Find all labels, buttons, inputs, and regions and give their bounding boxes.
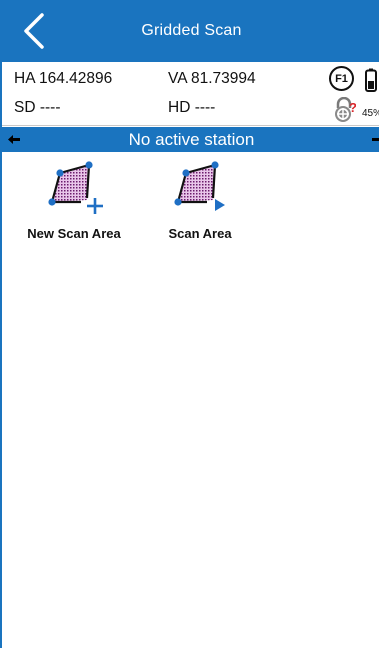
new-scan-area-label: New Scan Area [27,226,121,241]
back-button[interactable] [12,6,56,56]
arrow-right-icon[interactable] [372,135,379,144]
hd-value: HD ---- [168,99,216,116]
lock-question-icon[interactable]: ? [332,97,356,123]
battery-percent: 45% [362,108,379,119]
app-window: Gridded Scan HA 164.42896 VA 81.73994 SD… [0,0,379,648]
page-title: Gridded Scan [141,22,242,39]
scan-area-icon [174,161,225,211]
f1-button[interactable]: F1 [329,66,354,91]
new-scan-area-button[interactable]: New Scan Area [16,160,132,250]
sd-value: SD ---- [14,99,61,116]
station-status: No active station [128,129,255,149]
va-value: VA 81.73994 [168,70,256,87]
header-bar: Gridded Scan [2,0,379,62]
svg-text:?: ? [349,100,356,115]
ha-value: HA 164.42896 [14,70,113,87]
new-scan-area-icon [48,161,103,214]
station-bar: No active station [2,127,379,152]
chevron-left-icon [24,13,44,49]
scan-area-label: Scan Area [168,226,232,241]
measurement-panel: HA 164.42896 VA 81.73994 SD ---- HD ---- [2,62,379,126]
scan-area-button[interactable]: Scan Area [150,160,250,250]
battery-icon [365,68,377,92]
